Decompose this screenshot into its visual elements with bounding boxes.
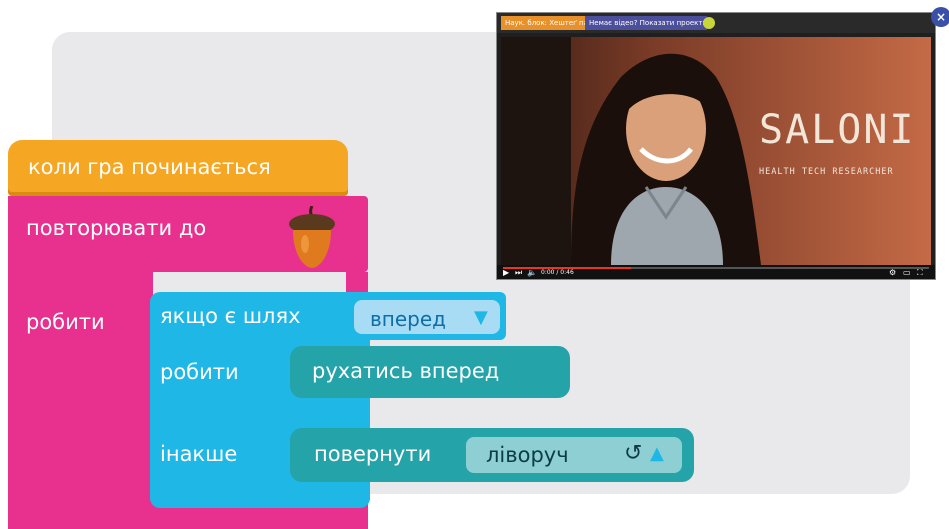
turn-direction-dropdown[interactable]: ліворуч ↺ ▲ [466, 437, 682, 473]
move-forward-block[interactable]: рухатись вперед [290, 346, 570, 398]
play-icon[interactable]: ▶ [503, 269, 509, 277]
rotate-left-icon: ↺ [624, 441, 643, 466]
video-tab-1[interactable]: Наук. блок: Хештеґ пам'яті [501, 16, 605, 30]
turn-label: повернути [314, 442, 432, 466]
video-controls: ▶ ⏭ 🔈 0:00 / 0:46 ⚙ ▭ ⛶ [497, 265, 935, 279]
video-caption-overlay: HEALTH TECH RESEARCHER [759, 167, 894, 177]
event-label: коли гра починається [28, 155, 271, 179]
move-forward-label: рухатись вперед [312, 359, 500, 383]
chevron-down-icon: ▼ [474, 307, 488, 328]
turn-block[interactable]: повернути ліворуч ↺ ▲ [290, 428, 694, 482]
settings-icon[interactable]: ⚙ [889, 269, 896, 277]
next-icon[interactable]: ⏭ [515, 269, 522, 277]
if-bottom [150, 490, 370, 508]
video-player[interactable]: Наук. блок: Хештеґ пам'яті Немає відео? … [496, 7, 949, 280]
acorn-icon [289, 206, 335, 268]
path-direction-dropdown[interactable]: вперед ▼ [354, 300, 500, 334]
if-do-label: робити [160, 360, 239, 384]
captions-icon[interactable]: ▭ [903, 269, 911, 277]
video-time: 0:00 / 0:46 [541, 269, 574, 276]
video-tab-2[interactable]: Немає відео? Показати проектик [585, 16, 711, 30]
repeat-body-frame: робити [8, 272, 153, 529]
repeat-until-label: повторювати до [26, 216, 207, 240]
if-path-label: якщо є шлях [160, 304, 301, 328]
fullscreen-icon[interactable]: ⛶ [917, 269, 923, 277]
close-icon[interactable]: × [931, 7, 949, 27]
volume-icon[interactable]: 🔈 [527, 269, 537, 277]
video-tab-bar: Наук. блок: Хештеґ пам'яті Немає відео? … [497, 13, 935, 33]
turn-direction-value: ліворуч [486, 443, 569, 467]
video-frame[interactable]: SALONI HEALTH TECH RESEARCHER [501, 37, 931, 265]
video-name-overlay: SALONI [759, 107, 916, 153]
path-direction-value: вперед [370, 307, 446, 331]
info-icon[interactable] [703, 17, 715, 29]
when-game-starts-block[interactable]: коли гра починається [8, 140, 348, 196]
else-label: інакше [160, 442, 238, 466]
repeat-do-label: робити [26, 310, 105, 334]
chevron-up-icon: ▲ [650, 443, 664, 464]
